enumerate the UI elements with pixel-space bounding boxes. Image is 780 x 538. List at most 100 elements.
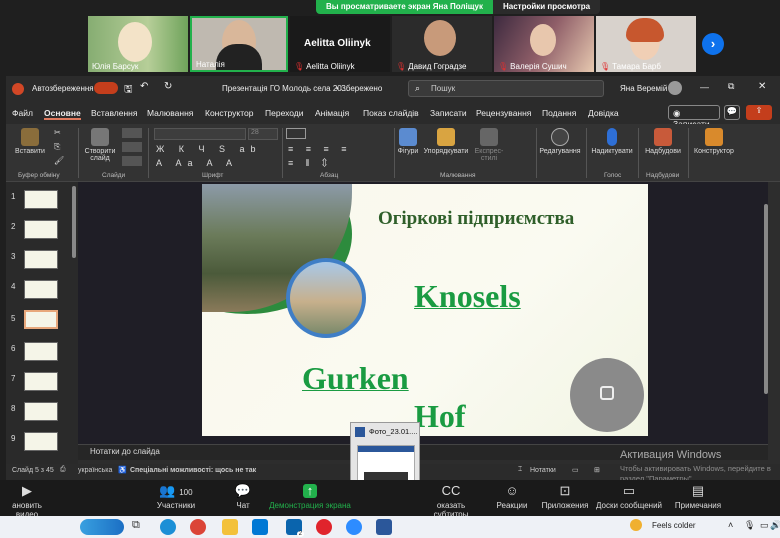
slide-thumbnail[interactable] [24, 190, 58, 209]
menu-file[interactable]: Файл [12, 108, 33, 118]
slide-sorter-icon[interactable]: ⊞ [594, 466, 600, 474]
slide-thumbnail[interactable] [24, 342, 58, 361]
current-slide[interactable]: Огіркові підприємства Knosels Gurken Hof [202, 184, 648, 436]
reactions-button[interactable]: ☺ Реакции [494, 484, 530, 511]
shapes-button[interactable]: Фігури [396, 128, 420, 155]
font-style-buttons[interactable]: Ж К Ч S ab [156, 144, 262, 154]
share-screen-button[interactable]: ↑ Демонстрация экрана [268, 484, 352, 511]
edge-browser-icon[interactable] [160, 519, 176, 535]
share-icon[interactable]: ⇪ [746, 105, 772, 120]
accessibility-status[interactable]: Спеціальні можливості: щось не так [130, 467, 256, 474]
participant-tile[interactable]: 🎙 Давид Гоградзе [392, 16, 492, 72]
slide-thumbnail[interactable] [24, 432, 58, 451]
columns-buttons[interactable]: ≡ ⫴ ⇕ [288, 158, 332, 169]
menu-transitions[interactable]: Переходи [265, 108, 304, 118]
whiteboards-button[interactable]: ▭ Доски сообщений [594, 484, 664, 511]
quick-styles-button[interactable]: Експрес-стилі [472, 128, 506, 162]
stop-video-button[interactable]: ▶ ановить видео [0, 484, 54, 520]
font-color-buttons[interactable]: A Aa A A [156, 158, 238, 168]
menu-design[interactable]: Конструктор [205, 108, 253, 118]
mail-icon[interactable]: 2 [286, 519, 304, 537]
notes-button[interactable]: ▤ Примечания [670, 484, 726, 511]
spellcheck-icon[interactable]: ⎙ [60, 466, 66, 474]
weather-widget-icon[interactable] [80, 519, 124, 535]
normal-view-icon[interactable]: ▭ [572, 466, 579, 474]
designer-button[interactable]: Конструктор [692, 128, 736, 155]
menu-record[interactable]: Записати [430, 108, 467, 118]
next-page-icon[interactable]: › [702, 33, 724, 55]
participant-tile[interactable]: 🎙 Валерія Сушич [494, 16, 594, 72]
volume-icon[interactable]: 🔊 [770, 520, 780, 531]
copy-icon[interactable]: ⎘ [54, 142, 60, 152]
word-app-icon[interactable] [376, 519, 392, 535]
slide-thumbnail[interactable] [24, 250, 58, 269]
font-family-select[interactable] [154, 128, 246, 140]
restore-icon[interactable]: ⧉ [728, 81, 734, 92]
zoom-app-icon[interactable] [346, 519, 362, 535]
network-icon[interactable]: ▭ [760, 520, 769, 531]
redo-icon[interactable]: ↻ [164, 81, 172, 92]
format-painter-icon[interactable]: 🖌 [54, 156, 64, 165]
participant-tile[interactable]: Наталія [190, 16, 288, 72]
chat-button[interactable]: 💬 Чат [228, 484, 258, 511]
slide-thumbnail-selected[interactable] [24, 310, 58, 329]
menu-slideshow[interactable]: Показ слайдів [363, 108, 419, 118]
participant-tile[interactable]: Юлія Барсук [88, 16, 188, 72]
chrome-browser-icon[interactable] [190, 519, 206, 535]
cut-icon[interactable]: ✂ [54, 128, 61, 137]
section-icon[interactable] [122, 156, 142, 166]
slide-thumbnail[interactable] [24, 220, 58, 239]
slide-thumbnail[interactable] [24, 402, 58, 421]
record-button[interactable]: ◉ Записати [668, 105, 720, 129]
notes-toggle-icon[interactable]: ⌶ [518, 466, 522, 474]
search-box[interactable]: ⌕ Пошук [408, 80, 604, 97]
accessibility-icon[interactable]: ♿ [118, 466, 127, 474]
paste-button[interactable]: Вставити [12, 128, 48, 155]
weather-sun-icon[interactable] [630, 519, 642, 531]
new-slide-button[interactable]: Створити слайд [82, 128, 118, 162]
menu-help[interactable]: Довідка [588, 108, 619, 118]
minimize-icon[interactable]: — [700, 82, 709, 92]
undo-icon[interactable]: ↶ [140, 81, 148, 92]
menu-animations[interactable]: Анімація [315, 108, 349, 118]
arrange-button[interactable]: Упорядкувати [422, 128, 470, 155]
document-title[interactable]: Презентація ГО Молодь села 20... [222, 84, 348, 93]
align-buttons[interactable]: ≡ ≡ ≡ ≡ [288, 144, 352, 154]
autosave-toggle[interactable] [94, 82, 118, 94]
participant-tile[interactable]: 🎙 Тамара Барб [596, 16, 696, 72]
canvas-scrollbar[interactable] [764, 186, 768, 442]
chevron-up-icon[interactable]: ˄ [728, 520, 733, 530]
addins-button[interactable]: Надбудови [642, 128, 684, 155]
participants-button[interactable]: 👥 100 Участники [154, 484, 198, 511]
thumbnails-scrollbar[interactable] [72, 186, 76, 258]
close-icon[interactable]: ✕ [758, 81, 766, 92]
menu-insert[interactable]: Вставлення [91, 108, 137, 118]
reset-icon[interactable] [122, 142, 142, 152]
view-options-button[interactable]: Настройки просмотра [492, 0, 601, 14]
layout-icon[interactable] [122, 128, 142, 138]
participant-tile[interactable]: Aelitta Oliinyk 🎙 Aelitta Oliinyk [290, 16, 390, 72]
opera-browser-icon[interactable] [316, 519, 332, 535]
slide-thumbnail[interactable] [24, 372, 58, 391]
user-avatar[interactable] [668, 81, 682, 95]
slide-thumbnail[interactable] [24, 280, 58, 299]
comments-icon[interactable]: 💬 [724, 105, 740, 120]
dictate-button[interactable]: Надиктувати [590, 128, 634, 155]
editing-button[interactable]: Редагування [538, 128, 582, 155]
menu-home[interactable]: Основне [44, 108, 81, 120]
font-size-select[interactable]: 28 [248, 128, 278, 140]
menu-review[interactable]: Рецензування [476, 108, 531, 118]
bullets-icon[interactable] [286, 128, 306, 139]
notes-toggle-label[interactable]: Нотатки [530, 467, 556, 474]
menu-view[interactable]: Подання [542, 108, 576, 118]
store-icon[interactable] [252, 519, 268, 535]
apps-button[interactable]: ⊡ Приложения [540, 484, 590, 511]
task-view-icon[interactable]: ⧉ [132, 519, 148, 535]
save-icon[interactable]: 🖫 [124, 82, 133, 99]
weather-text[interactable]: Feels colder [652, 521, 696, 530]
file-explorer-icon[interactable] [222, 519, 238, 535]
subtitles-button[interactable]: CC оказать субтитры [420, 484, 482, 520]
menu-draw[interactable]: Малювання [147, 108, 193, 118]
microphone-icon[interactable]: 🎙 [744, 520, 755, 531]
language-label[interactable]: українська [78, 467, 112, 474]
